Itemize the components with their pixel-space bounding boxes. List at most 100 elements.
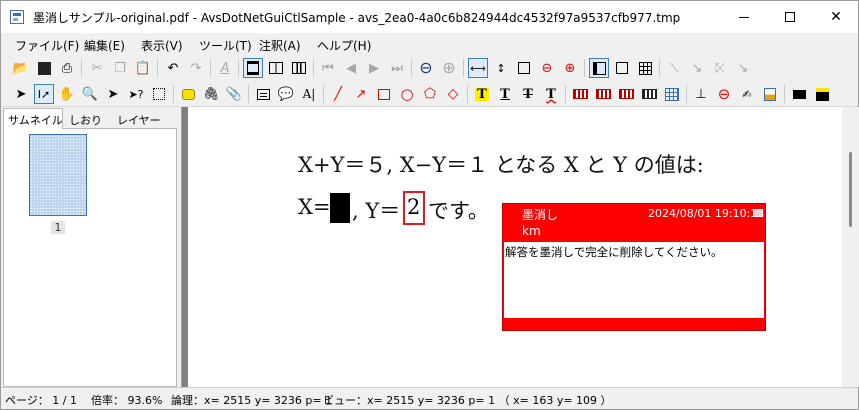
stamp-d-icon[interactable] [639,84,659,104]
menu-file[interactable]: ファイル(F) [15,37,79,54]
toolbar-separator [157,59,158,77]
menu-view[interactable]: 表示(V) [141,37,183,54]
stamp-c-icon[interactable] [616,84,636,104]
last-page-icon[interactable]: ⏭ [387,58,407,78]
window-title: 墨消しサンプル-original.pdf - AvsDotNetGuiCtlSa… [33,11,681,25]
status-zoom: 倍率： 93.6% [91,394,163,407]
redact-icon[interactable]: ⊥ [691,84,711,104]
continuous-icon[interactable] [289,58,309,78]
textbox-icon[interactable] [253,84,273,104]
strikeout-text-icon[interactable]: T [518,84,538,104]
signature-icon[interactable]: ✍ [737,84,757,104]
menu-tools[interactable]: ツール(T) [199,37,252,54]
annotation-popup[interactable]: 墨消し 2024/08/01 19:10:13 km 解答を墨消しで完全に削除し… [502,203,766,331]
maximize-button[interactable] [767,1,813,33]
help-pointer-icon[interactable]: ➤? [126,84,146,104]
tab-thumbnails[interactable]: サムネイル [3,108,63,130]
redo-icon[interactable]: ↷ [186,58,206,78]
toolbar-separator [248,85,249,103]
highlight-text-icon[interactable]: T [472,84,492,104]
back-icon[interactable]: ⊖ [416,58,436,78]
arrow-tool-gray-icon[interactable]: ↘ [687,58,707,78]
menu-annotation[interactable]: 注釈(A) [259,37,301,54]
save-icon[interactable] [34,58,54,78]
polygon-icon[interactable]: ⬠ [420,84,440,104]
ellipse-icon[interactable]: ○ [397,84,417,104]
typewriter-icon[interactable]: A| [299,84,319,104]
paste-icon[interactable]: 📋 [133,58,153,78]
line-tool-gray-icon[interactable]: ⟍ [664,58,684,78]
fit-page-icon[interactable] [514,58,534,78]
arrow-icon[interactable]: ↗ [351,84,371,104]
pointer-icon[interactable]: ➤ [103,84,123,104]
attach-icon[interactable]: 🖇 [201,84,221,104]
menu-help[interactable]: ヘルプ(H) [317,37,371,54]
cross-tool-gray-icon[interactable]: ⤪ [710,58,730,78]
page-thumbnail[interactable] [29,134,87,216]
annotation-toolbar: ➤ I➚ ✋ 🔍 ➤ ➤? 🖇 📎 💬 A| ╱ ↗ ○ ⬠ ◇ T T T T… [1,81,858,107]
fit-width-icon[interactable]: ⟷ [468,58,488,78]
image-icon[interactable] [760,84,780,104]
grid-page-icon[interactable] [635,58,655,78]
close-button[interactable]: ✕ [813,1,859,33]
apply-redaction-icon[interactable] [812,84,832,104]
annotation-date: 2024/08/01 19:10:13 [648,207,765,220]
zoom-in-icon[interactable]: ⊕ [560,58,580,78]
redacted-area[interactable] [330,193,350,223]
popup-minimize-icon[interactable] [753,209,763,217]
copy-icon[interactable]: ❐ [110,58,130,78]
tab-layers[interactable]: レイヤー [113,109,163,129]
hand-pan-icon[interactable]: ✋ [57,84,77,104]
cloud-icon[interactable]: ◇ [443,84,463,104]
sticky-note-icon[interactable] [178,84,198,104]
toolbar-separator [81,59,82,77]
callout-icon[interactable]: 💬 [276,84,296,104]
prev-page-icon[interactable]: ◀ [341,58,361,78]
marked-answer-value: 2 [407,195,421,219]
menu-edit[interactable]: 編集(E) [84,37,125,54]
answer-y-label: , Y＝ [352,199,401,223]
line-icon[interactable]: ╱ [328,84,348,104]
vertical-scrollbar[interactable] [842,107,859,387]
select-arrow-icon[interactable]: ➤ [11,84,31,104]
annotation-comment-field[interactable]: 解答を墨消しで完全に削除してください。 [504,242,764,318]
two-page-icon[interactable] [266,58,286,78]
annotation-subject: 墨消し [522,208,559,222]
text-style-icon[interactable]: A [215,58,235,78]
toolbar-separator [210,59,211,77]
underline-text-icon[interactable]: T [495,84,515,104]
forward-icon[interactable]: ⊕ [439,58,459,78]
fit-height-icon[interactable] [243,58,263,78]
squiggly-text-icon[interactable]: T [541,84,561,104]
first-page-icon[interactable]: ⏮ [318,58,338,78]
rectangle-icon[interactable] [374,84,394,104]
scrollbar-thumb[interactable] [849,152,852,227]
grid-icon[interactable] [662,84,682,104]
tab-bookmarks[interactable]: しおり [65,109,111,129]
zoom-tool-icon[interactable]: 🔍 [80,84,100,104]
next-page-icon[interactable]: ▶ [364,58,384,78]
minimize-button[interactable] [721,1,767,33]
arrow-tool-gray-2-icon[interactable]: ↘ [733,58,753,78]
stamp-b-icon[interactable] [593,84,613,104]
single-page-icon[interactable] [589,58,609,78]
toolbar-separator [686,85,687,103]
text-select-icon[interactable]: I➚ [34,84,54,104]
pdf-page[interactable]: X+Y＝５, X−Y＝１ となる X と Y の値は: X= , Y＝ 2 です… [188,107,842,387]
no-entry-icon[interactable]: ⊖ [714,84,734,104]
zoom-out-icon[interactable]: ⊖ [537,58,557,78]
undo-icon[interactable]: ↶ [163,58,183,78]
paperclip-icon[interactable]: 📎 [224,84,244,104]
document-viewer[interactable]: X+Y＝５, X−Y＝１ となる X と Y の値は: X= , Y＝ 2 です… [181,107,859,387]
open-folder-icon[interactable]: 📂 [11,58,31,78]
facing-page-icon[interactable] [612,58,632,78]
print-icon[interactable]: ⎙ [57,58,77,78]
stamp-a-icon[interactable] [570,84,590,104]
black-fill-icon[interactable] [789,84,809,104]
cut-icon[interactable]: ✂ [87,58,107,78]
toolbar-separator [784,85,785,103]
fit-page-height-icon[interactable]: ↕ [491,58,511,78]
menu-bar: ファイル(F) 編集(E) 表示(V) ツール(T) 注釈(A) ヘルプ(H) [1,33,858,55]
toolbar-separator [173,85,174,103]
marquee-icon[interactable] [149,84,169,104]
